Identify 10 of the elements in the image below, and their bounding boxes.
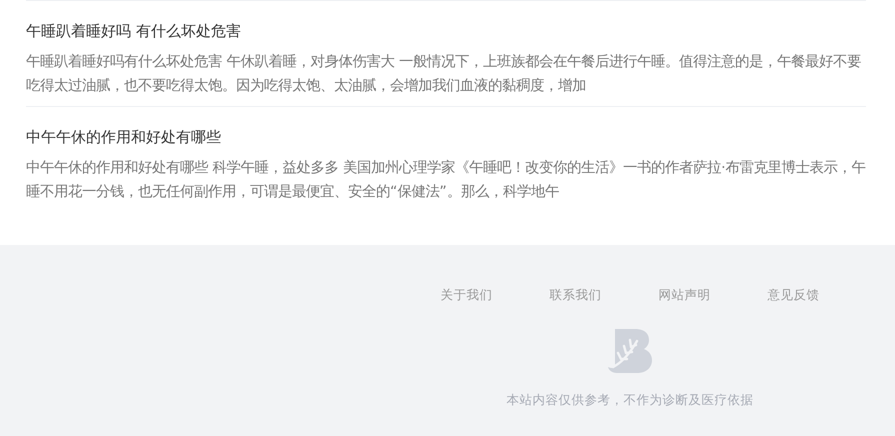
footer-link[interactable]: 联系我们 [521,286,630,305]
article-title[interactable]: 午睡趴着睡好吗 有什么坏处危害 [26,20,866,42]
footer-link[interactable]: 网站声明 [630,286,739,305]
logo-icon [607,328,653,373]
footer-link[interactable]: 关于我们 [412,286,521,305]
article-summary: 午睡趴着睡好吗有什么坏处危害 午休趴着睡，对身体伤害大 一般情况下，上班族都会在午餐后进行午睡。值得注意的是，午餐最好不要吃得太过油腻，也不要吃得太饱。因为吃得太饱、太油腻，会增加我们血液的黏稠度，增加 [26,52,862,96]
disclaimer-text: 本站内容仅供参考，不作为诊断及医疗依据 [506,390,754,409]
footer-link[interactable]: 意见反馈 [739,286,848,305]
article-summary: 中午午休的作用和好处有哪些 科学午睡，益处多多 美国加州心理学家《午睡吧！改变你的生活》一书的作者萨拉·布雷克里博士表示，午睡不用花一分钱，也无任何副作用，可谓是最便宜、安全的“保健法”。那么，科学地午 [26,158,866,202]
article-title[interactable]: 中午午休的作用和好处有哪些 [26,126,866,148]
